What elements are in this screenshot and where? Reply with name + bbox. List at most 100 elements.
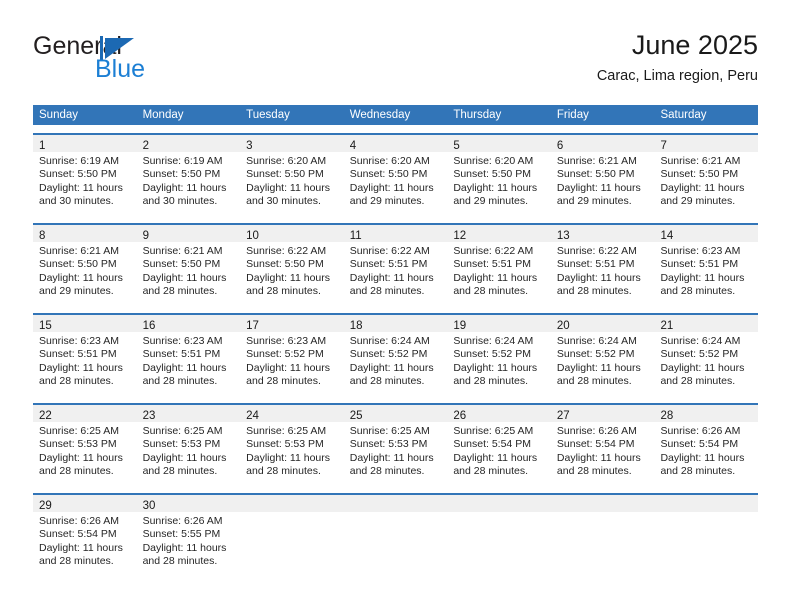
day-details: Sunrise: 6:21 AM Sunset: 5:50 PM Dayligh… — [654, 152, 758, 209]
week-row: 8 Sunrise: 6:21 AM Sunset: 5:50 PM Dayli… — [33, 223, 759, 305]
day-cell[interactable]: 25 Sunrise: 6:25 AM Sunset: 5:53 PM Dayl… — [343, 405, 448, 485]
sunset-text: Sunset: 5:53 PM — [349, 438, 428, 451]
sunset-text: Sunset: 5:52 PM — [349, 348, 428, 361]
day-cell[interactable]: 7 Sunrise: 6:21 AM Sunset: 5:50 PM Dayli… — [654, 135, 759, 215]
daylight-text-line1: Daylight: 11 hours — [660, 361, 745, 374]
sunset-text: Sunset: 5:51 PM — [453, 258, 531, 271]
sunrise-text: Sunrise: 6:24 AM — [660, 335, 741, 347]
day-cell[interactable]: 9 Sunrise: 6:21 AM Sunset: 5:50 PM Dayli… — [136, 225, 241, 305]
sunset-text: Sunset: 5:52 PM — [453, 348, 531, 361]
sunrise-text: Sunrise: 6:26 AM — [660, 425, 741, 437]
sunrise-text: Sunrise: 6:21 AM — [660, 155, 741, 167]
weekday-header-saturday: Saturday — [660, 109, 707, 121]
day-cell[interactable]: 19 Sunrise: 6:24 AM Sunset: 5:52 PM Dayl… — [447, 315, 551, 395]
day-cell[interactable]: 15 Sunrise: 6:23 AM Sunset: 5:51 PM Dayl… — [33, 315, 137, 395]
day-number-band: 6 — [550, 135, 655, 152]
day-cell[interactable]: 23 Sunrise: 6:25 AM Sunset: 5:53 PM Dayl… — [136, 405, 241, 485]
weekday-header-sunday: Sunday — [39, 109, 79, 121]
sunset-text: Sunset: 5:54 PM — [453, 438, 531, 451]
daylight-text-line1: Daylight: 11 hours — [660, 271, 745, 284]
daylight-text-line1: Daylight: 11 hours — [39, 361, 123, 374]
day-number-band: 16 — [136, 315, 241, 332]
day-cell[interactable]: 2 Sunrise: 6:19 AM Sunset: 5:50 PM Dayli… — [136, 135, 241, 215]
day-number: 11 — [349, 230, 362, 242]
sunrise-text: Sunrise: 6:22 AM — [453, 245, 534, 257]
daylight-text-line1: Daylight: 11 hours — [246, 271, 331, 284]
day-cell[interactable]: 13 Sunrise: 6:22 AM Sunset: 5:51 PM Dayl… — [550, 225, 655, 305]
daylight-text-line1: Daylight: 11 hours — [142, 451, 227, 464]
day-cell[interactable]: 26 Sunrise: 6:25 AM Sunset: 5:54 PM Dayl… — [447, 405, 551, 485]
day-cell[interactable]: 18 Sunrise: 6:24 AM Sunset: 5:52 PM Dayl… — [343, 315, 448, 395]
day-details — [551, 512, 655, 515]
daylight-text-line2: and 30 minutes. — [142, 195, 218, 208]
sunrise-text: Sunrise: 6:20 AM — [453, 155, 534, 167]
day-cell[interactable]: 3 Sunrise: 6:20 AM Sunset: 5:50 PM Dayli… — [240, 135, 344, 215]
day-cell[interactable]: 16 Sunrise: 6:23 AM Sunset: 5:51 PM Dayl… — [136, 315, 241, 395]
day-details: Sunrise: 6:20 AM Sunset: 5:50 PM Dayligh… — [447, 152, 551, 209]
sunset-text: Sunset: 5:50 PM — [556, 168, 635, 181]
sunset-text: Sunset: 5:50 PM — [39, 258, 117, 271]
weekday-header-tuesday: Tuesday — [246, 109, 290, 121]
day-cell[interactable]: 20 Sunrise: 6:24 AM Sunset: 5:52 PM Dayl… — [550, 315, 655, 395]
day-number: 20 — [556, 320, 570, 332]
day-number: 4 — [349, 140, 357, 152]
sunset-text: Sunset: 5:55 PM — [142, 528, 221, 541]
weekday-header-row: Sunday Monday Tuesday Wednesday Thursday… — [33, 105, 758, 125]
day-cell[interactable]: 17 Sunrise: 6:23 AM Sunset: 5:52 PM Dayl… — [240, 315, 344, 395]
day-details: Sunrise: 6:25 AM Sunset: 5:53 PM Dayligh… — [137, 422, 241, 479]
day-details: Sunrise: 6:26 AM Sunset: 5:54 PM Dayligh… — [33, 512, 137, 569]
day-cell[interactable]: 8 Sunrise: 6:21 AM Sunset: 5:50 PM Dayli… — [33, 225, 137, 305]
sunrise-text: Sunrise: 6:24 AM — [556, 335, 637, 347]
day-cell[interactable]: 24 Sunrise: 6:25 AM Sunset: 5:53 PM Dayl… — [240, 405, 344, 485]
day-details: Sunrise: 6:26 AM Sunset: 5:55 PM Dayligh… — [137, 512, 241, 569]
sunrise-text: Sunrise: 6:21 AM — [556, 155, 637, 167]
day-cell[interactable]: 29 Sunrise: 6:26 AM Sunset: 5:54 PM Dayl… — [33, 495, 137, 575]
day-details: Sunrise: 6:24 AM Sunset: 5:52 PM Dayligh… — [447, 332, 551, 389]
generalblue-logo[interactable]: General Blue — [33, 28, 253, 90]
daylight-text-line2: and 28 minutes. — [349, 285, 425, 298]
day-details: Sunrise: 6:26 AM Sunset: 5:54 PM Dayligh… — [654, 422, 758, 479]
day-details: Sunrise: 6:21 AM Sunset: 5:50 PM Dayligh… — [137, 242, 241, 299]
day-cell[interactable]: 10 Sunrise: 6:22 AM Sunset: 5:50 PM Dayl… — [240, 225, 344, 305]
daylight-text-line1: Daylight: 11 hours — [246, 451, 331, 464]
sunset-text: Sunset: 5:50 PM — [349, 168, 428, 181]
daylight-text-line1: Daylight: 11 hours — [556, 271, 641, 284]
day-number: 27 — [556, 410, 570, 422]
sunrise-text: Sunrise: 6:26 AM — [556, 425, 637, 437]
day-details: Sunrise: 6:23 AM Sunset: 5:51 PM Dayligh… — [137, 332, 241, 389]
day-cell[interactable]: 27 Sunrise: 6:26 AM Sunset: 5:54 PM Dayl… — [550, 405, 655, 485]
day-cell[interactable]: 21 Sunrise: 6:24 AM Sunset: 5:52 PM Dayl… — [654, 315, 759, 395]
daylight-text-line1: Daylight: 11 hours — [453, 451, 538, 464]
day-number-band: 13 — [550, 225, 655, 242]
day-number-band: 14 — [654, 225, 759, 242]
day-number-band: 26 — [447, 405, 551, 422]
sunrise-text: Sunrise: 6:25 AM — [246, 425, 327, 437]
day-number-band: 4 — [343, 135, 448, 152]
sunset-text: Sunset: 5:52 PM — [556, 348, 635, 361]
day-details: Sunrise: 6:25 AM Sunset: 5:53 PM Dayligh… — [344, 422, 448, 479]
page-header: General Blue June 2025 Carac, Lima regio… — [33, 28, 758, 94]
daylight-text-line2: and 28 minutes. — [246, 465, 321, 478]
sunrise-text: Sunrise: 6:23 AM — [246, 335, 327, 347]
day-cell[interactable]: 5 Sunrise: 6:20 AM Sunset: 5:50 PM Dayli… — [447, 135, 551, 215]
daylight-text-line2: and 28 minutes. — [660, 285, 736, 298]
day-cell[interactable]: 12 Sunrise: 6:22 AM Sunset: 5:51 PM Dayl… — [447, 225, 551, 305]
day-cell[interactable]: 14 Sunrise: 6:23 AM Sunset: 5:51 PM Dayl… — [654, 225, 759, 305]
day-cell[interactable]: 30 Sunrise: 6:26 AM Sunset: 5:55 PM Dayl… — [136, 495, 241, 575]
day-cell[interactable]: 6 Sunrise: 6:21 AM Sunset: 5:50 PM Dayli… — [550, 135, 655, 215]
day-cell[interactable]: 11 Sunrise: 6:22 AM Sunset: 5:51 PM Dayl… — [343, 225, 448, 305]
day-cell-empty — [550, 495, 655, 575]
day-cell[interactable]: 1 Sunrise: 6:19 AM Sunset: 5:50 PM Dayli… — [33, 135, 137, 215]
day-cell[interactable]: 4 Sunrise: 6:20 AM Sunset: 5:50 PM Dayli… — [343, 135, 448, 215]
day-number: 25 — [349, 410, 363, 422]
daylight-text-line2: and 28 minutes. — [39, 465, 114, 478]
daylight-text-line2: and 30 minutes. — [246, 195, 321, 208]
daylight-text-line1: Daylight: 11 hours — [349, 361, 434, 374]
day-cell[interactable]: 22 Sunrise: 6:25 AM Sunset: 5:53 PM Dayl… — [33, 405, 137, 485]
daylight-text-line2: and 29 minutes. — [39, 285, 114, 298]
day-number: 30 — [142, 500, 156, 512]
day-number: 10 — [246, 230, 259, 242]
week-row: 15 Sunrise: 6:23 AM Sunset: 5:51 PM Dayl… — [33, 313, 759, 395]
day-cell[interactable]: 28 Sunrise: 6:26 AM Sunset: 5:54 PM Dayl… — [654, 405, 759, 485]
daylight-text-line2: and 29 minutes. — [556, 195, 632, 208]
